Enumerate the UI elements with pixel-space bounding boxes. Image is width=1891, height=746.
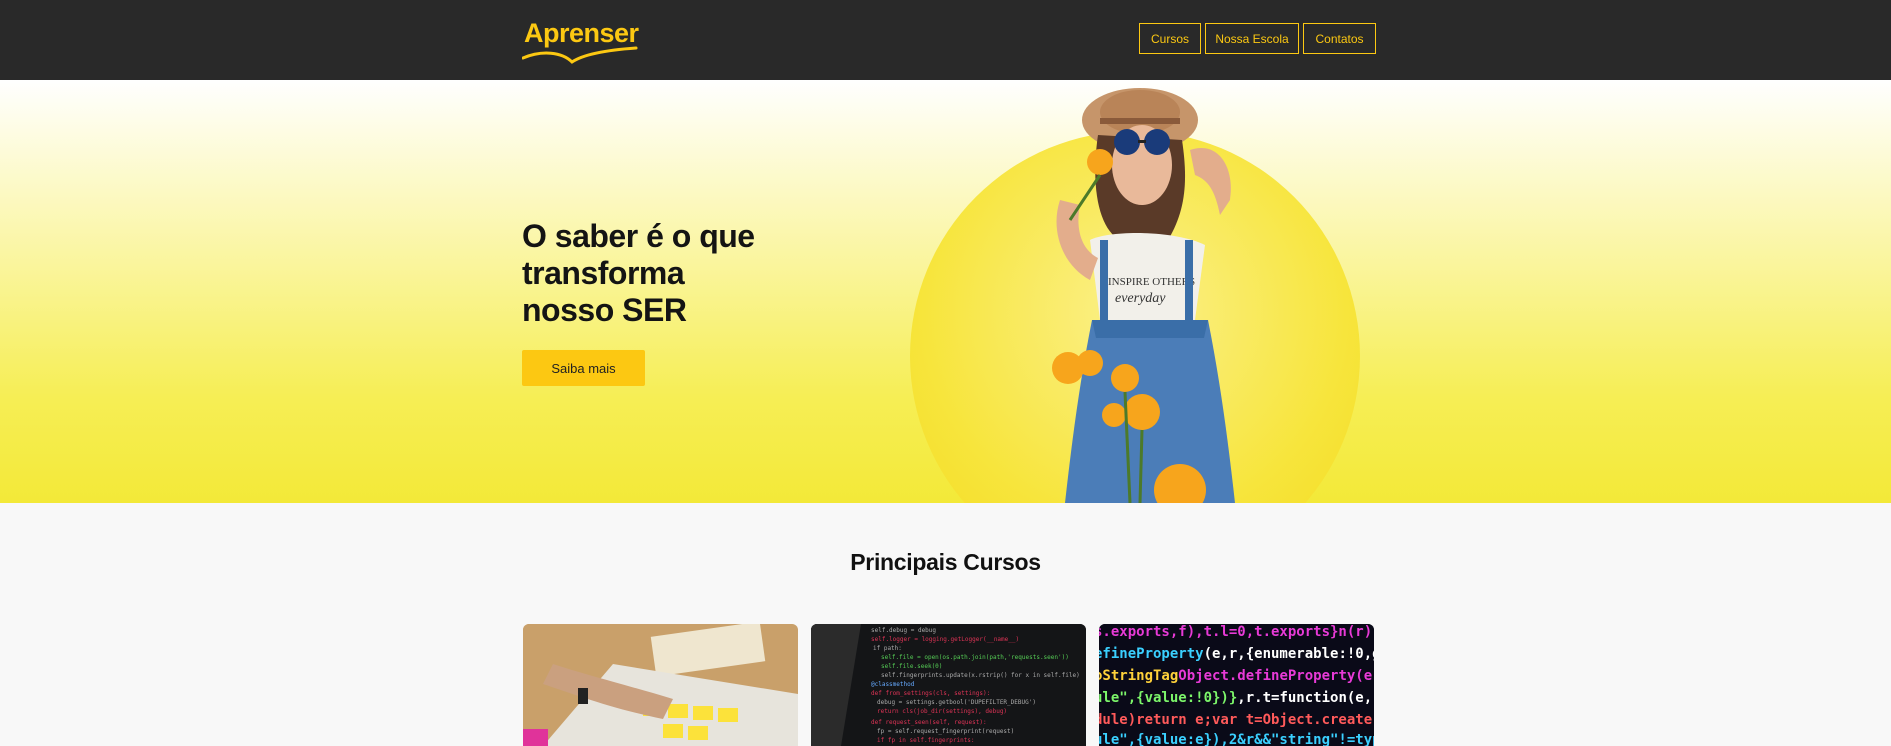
- hero-woman-photo: INSPIRE OTHERS everyday: [1052, 88, 1235, 503]
- svg-text:everyday: everyday: [1115, 291, 1166, 306]
- svg-text:self.file.seek(0): self.file.seek(0): [881, 663, 942, 670]
- logo-swoosh-icon: [522, 46, 638, 64]
- svg-text:self.file = open(os.path.join(: self.file = open(os.path.join(path,'requ…: [881, 654, 1069, 661]
- course-card[interactable]: s.exports,f),t.l=0,t.exports}n(r),export…: [1099, 624, 1374, 746]
- course-card[interactable]: self.debug = debug self.logger = logging…: [811, 624, 1086, 746]
- hero-title: O saber é o que transforma nosso SER: [522, 218, 822, 329]
- nav-item-contatos[interactable]: Contatos: [1303, 23, 1376, 54]
- svg-text:ule",{value:!0})},r.t=function: ule",{value:!0})},r.t=function(e,r){if(1…: [1099, 690, 1374, 706]
- hero-title-line: O saber é o que: [522, 218, 755, 254]
- svg-text:ule",{value:e}),2&r&&"string"!: ule",{value:e}),2&r&&"string"!=typeof e: [1099, 732, 1374, 746]
- svg-text:return cls(job_dir(settings),: return cls(job_dir(settings), debug): [877, 708, 1007, 715]
- hero-title-line: transforma: [522, 255, 685, 291]
- sticky-notes-planning-photo: [523, 624, 798, 746]
- main-nav: Cursos Nossa Escola Contatos: [1139, 23, 1376, 54]
- course-card[interactable]: [523, 624, 798, 746]
- svg-text:fp = self.request_fingerprint(: fp = self.request_fingerprint(request): [877, 728, 1014, 735]
- svg-text:def request_seen(self, request: def request_seen(self, request):: [871, 719, 987, 726]
- svg-text:oStringTagObject.definePropert: oStringTagObject.defineProperty(e,Symbol: [1099, 668, 1374, 684]
- svg-text:debug = settings.getbool('DUPE: debug = settings.getbool('DUPEFILTER_DEB…: [877, 699, 1036, 706]
- svg-text:if path:: if path:: [873, 645, 902, 652]
- colorful-javascript-code-photo: s.exports,f),t.l=0,t.exports}n(r),export…: [1099, 624, 1374, 746]
- python-code-screen-photo: self.debug = debug self.logger = logging…: [811, 624, 1086, 746]
- nav-item-nossa-escola[interactable]: Nossa Escola: [1205, 23, 1299, 54]
- svg-text:self.fingerprints.update(x.rst: self.fingerprints.update(x.rstrip() for …: [881, 672, 1080, 679]
- svg-text:s.exports,f),t.l=0,t.exports}n: s.exports,f),t.l=0,t.exports}n(r),export…: [1099, 624, 1374, 640]
- site-header: Aprenser Cursos Nossa Escola Contatos: [0, 0, 1891, 80]
- nav-item-cursos[interactable]: Cursos: [1139, 23, 1201, 54]
- svg-text:@classmethod: @classmethod: [871, 681, 915, 688]
- hero-section: O saber é o que transforma nosso SER Sai…: [0, 80, 1891, 503]
- svg-text:def from_settings(cls, setting: def from_settings(cls, settings):: [871, 690, 990, 697]
- svg-text:self.logger = logging.getLogge: self.logger = logging.getLogger(__name__…: [871, 636, 1019, 643]
- courses-section-title: Principais Cursos: [850, 549, 1041, 575]
- svg-text:self.debug = debug: self.debug = debug: [871, 627, 936, 634]
- brand-logo[interactable]: Aprenser: [522, 18, 639, 68]
- svg-text:INSPIRE OTHERS: INSPIRE OTHERS: [1108, 276, 1195, 288]
- svg-text:dule)return e;var t=Object.cre: dule)return e;var t=Object.create(null): [1099, 712, 1374, 728]
- svg-text:if fp in self.fingerprints:: if fp in self.fingerprints:: [877, 737, 975, 744]
- saiba-mais-button[interactable]: Saiba mais: [522, 350, 645, 386]
- svg-text:efineProperty(e,r,{enumerable:: efineProperty(e,r,{enumerable:!0,get:t}): [1099, 646, 1374, 662]
- hero-title-line: nosso SER: [522, 292, 687, 328]
